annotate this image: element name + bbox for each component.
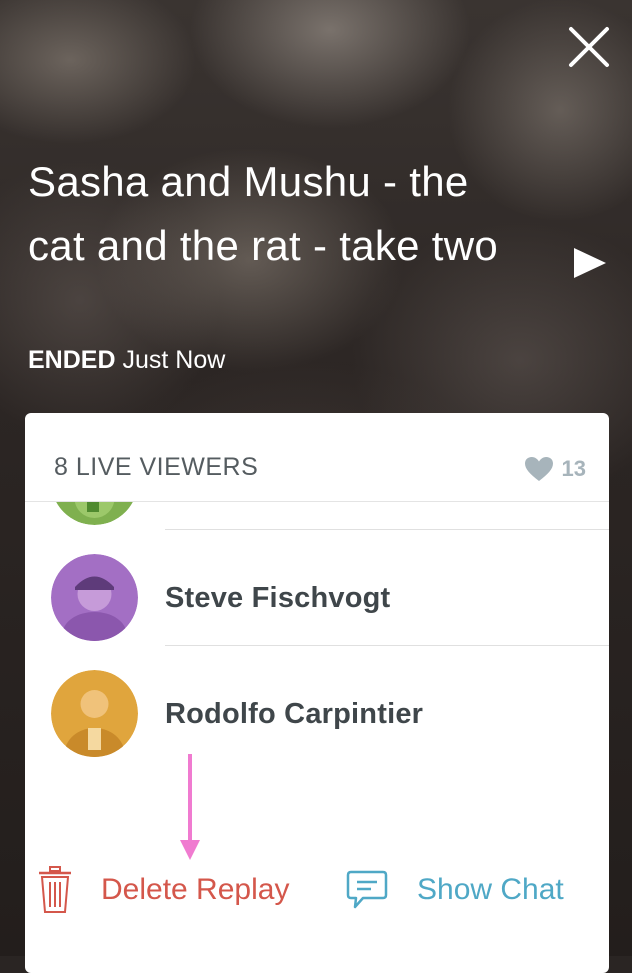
viewer-name: Rodolfo Carpintier [165,698,424,730]
live-viewers-count: 8 LIVE VIEWERS [54,453,259,481]
hearts-count: 13 [561,456,586,481]
trash-icon [39,866,71,913]
arrow-annotation [180,754,200,860]
list-item[interactable]: Rodolfo Carpintier [25,646,609,762]
delete-replay-label: Delete Replay [101,873,290,906]
broadcast-status: ENDED Just Now [28,343,225,377]
panel-header: 8 LIVE VIEWERS 13 [25,413,609,502]
chat-bubble-icon [346,870,388,909]
hearts-counter: 13 [524,456,586,482]
avatar [51,554,138,641]
viewers-list[interactable]: Steve Fischvogt Rodolfo Carpintier [25,502,609,802]
broadcast-title: Sasha and Mushu - the cat and the rat - … [28,158,499,269]
close-button[interactable] [566,24,612,70]
show-chat-label: Show Chat [417,873,564,906]
viewer-name: Steve Fischvogt [165,582,391,614]
status-time: Just Now [122,346,226,374]
viewers-panel: 8 LIVE VIEWERS 13 Steve Fischvogt Rodolf… [25,413,609,973]
close-icon [569,27,609,67]
status-label: ENDED [28,346,116,374]
heart-icon [524,457,553,481]
delete-replay-button[interactable]: Delete Replay [37,865,289,915]
avatar [51,670,138,757]
play-button[interactable] [572,246,608,280]
avatar [51,502,138,525]
play-icon [574,248,606,278]
action-bar: Delete Replay Show Chat [25,853,609,923]
list-item[interactable] [25,502,609,530]
list-item[interactable]: Steve Fischvogt [25,530,609,646]
show-chat-button[interactable]: Show Chat [345,869,564,911]
